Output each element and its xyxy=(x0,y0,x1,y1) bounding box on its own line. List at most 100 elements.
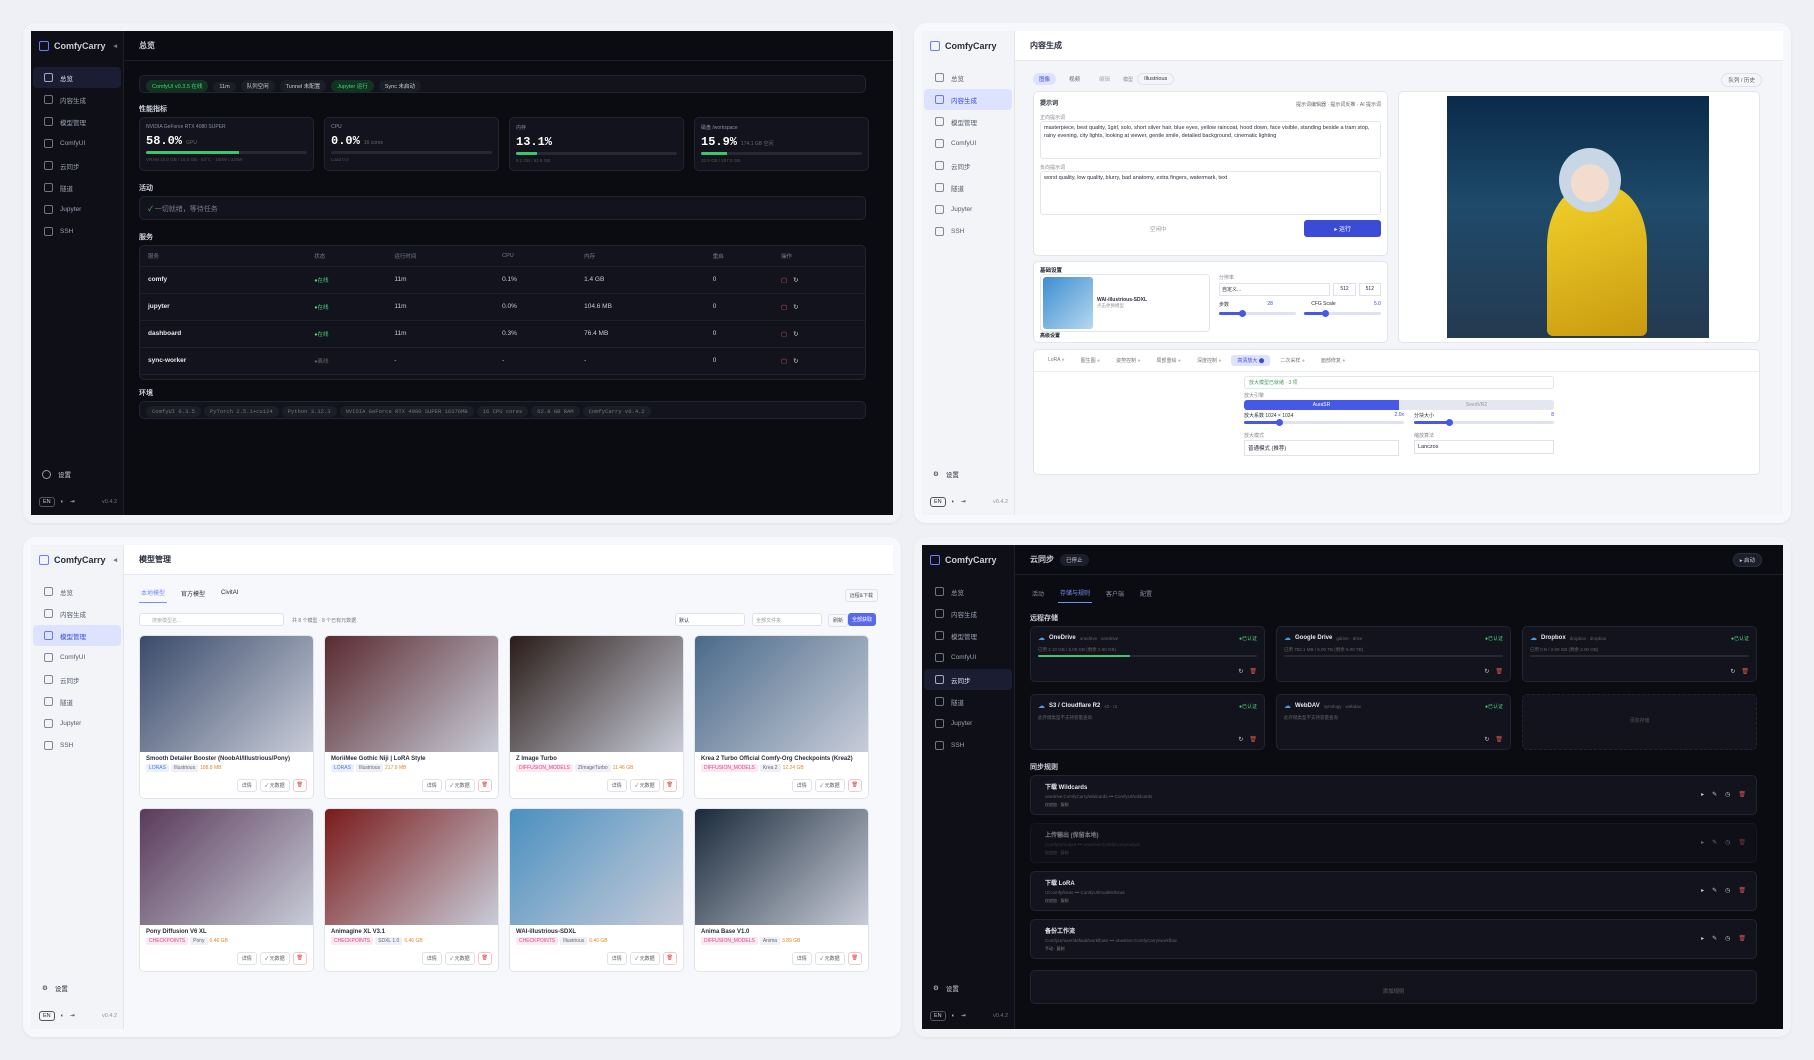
nav-ssh[interactable]: SSH xyxy=(924,735,1012,756)
module-tab[interactable]: 面部修复 ● xyxy=(1315,355,1351,366)
collapse-icon[interactable]: ◂ xyxy=(113,42,117,50)
tab-video[interactable]: 视频 xyxy=(1063,73,1086,85)
tab-official[interactable]: 官方模型 xyxy=(179,584,207,603)
theme-icon[interactable]: ◐ xyxy=(61,1013,64,1019)
nav-ssh[interactable]: SSH xyxy=(33,735,121,756)
delete-icon[interactable]: 🗑 xyxy=(1495,668,1503,675)
metadata-button[interactable]: ✓ 元数据 xyxy=(259,952,290,965)
play-icon[interactable]: ▸ xyxy=(1701,791,1704,798)
nav-ssh[interactable]: SSH xyxy=(33,221,121,242)
tab-activity[interactable]: 活动 xyxy=(1030,584,1046,603)
collapse-icon[interactable]: ◂ xyxy=(113,556,117,564)
model-card[interactable]: MoriiMee Gothic Niji | LoRA Style LORAS Il… xyxy=(324,635,499,799)
nav-comfyui[interactable]: ComfyUI xyxy=(33,133,121,154)
play-icon[interactable]: ▸ xyxy=(1701,839,1704,846)
tab-civitai[interactable]: CivitAI xyxy=(219,585,240,601)
nav-overview[interactable]: 总览 xyxy=(33,581,121,602)
width-input[interactable]: 512 xyxy=(1333,283,1356,296)
engine-aurasr[interactable]: AuraSR xyxy=(1244,400,1399,410)
tool-editor[interactable]: 提示词编辑器 xyxy=(1296,102,1326,108)
tab-image[interactable]: 图像 xyxy=(1033,73,1057,85)
settings-link[interactable]: 设置 xyxy=(42,469,71,479)
toggle-icon[interactable]: ● xyxy=(1136,358,1140,364)
module-tab[interactable]: 图生图 ● xyxy=(1075,355,1106,366)
logout-icon[interactable]: ⇥ xyxy=(961,499,966,505)
metadata-button[interactable]: ✓ 元数据 xyxy=(814,779,845,792)
nav-overview[interactable]: 总览 xyxy=(924,67,1012,88)
edit-icon[interactable]: ✎ xyxy=(1712,887,1717,894)
nav-overview[interactable]: 总览 xyxy=(33,67,121,88)
stop-icon[interactable]: ▢ xyxy=(781,304,787,311)
metadata-button[interactable]: ✓ 元数据 xyxy=(444,952,475,965)
module-tab[interactable]: 姿势控制 ● xyxy=(1110,355,1146,366)
delete-icon[interactable]: 🗑 xyxy=(477,779,492,792)
model-card[interactable]: Smooth Detailer Booster (NoobAI/Illustri… xyxy=(139,635,314,799)
nav-comfyui[interactable]: ComfyUI xyxy=(33,647,121,668)
toggle-icon[interactable]: ⬤ xyxy=(1257,358,1265,364)
fetch-all-button[interactable]: 全部获取 xyxy=(848,613,877,626)
nav-models[interactable]: 模型管理 xyxy=(924,111,1012,132)
model-card[interactable]: WAI-illustrious-SDXL CHECKPOINTS Illustrio… xyxy=(509,808,684,972)
positive-prompt[interactable]: masterpiece, best quality, 1girl, solo, … xyxy=(1040,121,1381,159)
toggle-icon[interactable]: ● xyxy=(1217,358,1221,364)
settings-link[interactable]: ⚙ 设置 xyxy=(42,983,68,993)
delete-icon[interactable]: 🗑 xyxy=(847,952,862,965)
negative-prompt[interactable]: worst quality, low quality, blurry, bad … xyxy=(1040,171,1381,215)
toggle-icon[interactable]: ● xyxy=(1341,358,1345,364)
nav-tunnel[interactable]: 隧道 xyxy=(924,177,1012,198)
theme-icon[interactable]: ◐ xyxy=(61,499,64,505)
stop-icon[interactable]: ▢ xyxy=(781,331,787,338)
search-input[interactable]: 搜索模型名... xyxy=(139,613,284,626)
tile-slider[interactable] xyxy=(1414,419,1554,426)
delete-icon[interactable]: 🗑 xyxy=(1495,736,1503,743)
lang-toggle[interactable]: EN xyxy=(930,497,946,507)
nav-tunnel[interactable]: 隧道 xyxy=(33,691,121,712)
engine-seedvr2[interactable]: SeedVR2 xyxy=(1399,400,1554,410)
tool-ai[interactable]: AI 提示词 xyxy=(1360,102,1381,108)
delete-icon[interactable]: 🗑 xyxy=(292,779,307,792)
settings-link[interactable]: ⚙ 设置 xyxy=(933,983,959,993)
delete-icon[interactable]: 🗑 xyxy=(1249,668,1257,675)
size-preset[interactable]: 自定义... xyxy=(1219,283,1331,296)
nav-sync[interactable]: 云同步 xyxy=(33,669,121,690)
cfg-slider[interactable] xyxy=(1304,310,1381,317)
nav-models[interactable]: 模型管理 xyxy=(33,625,121,646)
play-icon[interactable]: ▸ xyxy=(1701,935,1704,942)
tool-reverse[interactable]: 提示词反推 xyxy=(1330,102,1355,108)
sort-select[interactable]: 默认 xyxy=(675,613,745,626)
clock-icon[interactable]: ◷ xyxy=(1725,887,1730,894)
refresh-icon[interactable]: ↻ xyxy=(1238,736,1243,743)
clock-icon[interactable]: ◷ xyxy=(1725,935,1730,942)
edit-icon[interactable]: ✎ xyxy=(1712,791,1717,798)
nav-ssh[interactable]: SSH xyxy=(924,221,1012,242)
metadata-button[interactable]: ✓ 元数据 xyxy=(444,779,475,792)
detail-button[interactable]: 详情 xyxy=(791,779,812,792)
nav-comfyui[interactable]: ComfyUI xyxy=(924,647,1012,668)
restart-icon[interactable]: ↻ xyxy=(793,331,798,338)
nav-generate[interactable]: 内容生成 xyxy=(33,89,121,110)
toggle-icon[interactable]: ● xyxy=(1177,358,1181,364)
steps-slider[interactable] xyxy=(1219,310,1296,317)
detail-button[interactable]: 详情 xyxy=(606,779,627,792)
toggle-icon[interactable]: ● xyxy=(1060,357,1065,363)
lang-toggle[interactable]: EN xyxy=(39,497,55,507)
delete-icon[interactable]: 🗑 xyxy=(1738,839,1746,846)
factor-slider[interactable] xyxy=(1244,419,1404,426)
module-tab[interactable]: 深度控制 ● xyxy=(1191,355,1227,366)
delete-icon[interactable]: 🗑 xyxy=(1738,935,1746,942)
module-tab[interactable]: 高清放大 ⬤ xyxy=(1231,355,1271,366)
tab-storage[interactable]: 存储与规则 xyxy=(1058,583,1093,603)
play-icon[interactable]: ▸ xyxy=(1701,887,1704,894)
delete-icon[interactable]: 🗑 xyxy=(662,952,677,965)
toggle-icon[interactable]: ● xyxy=(1096,358,1100,364)
nav-jupyter[interactable]: Jupyter xyxy=(33,713,121,734)
logout-icon[interactable]: ⇥ xyxy=(70,1013,75,1019)
checkpoint-card[interactable]: WAI-illustrious-SDXL 点击更换模型 xyxy=(1040,274,1210,332)
nav-tunnel[interactable]: 隧道 xyxy=(924,691,1012,712)
model-card[interactable]: Animagine XL V3.1 CHECKPOINTS SDXL 1.0 6.46… xyxy=(324,808,499,972)
module-tab[interactable]: 局部重绘 ● xyxy=(1151,355,1187,366)
refresh-icon[interactable]: ↻ xyxy=(1730,668,1735,675)
metadata-button[interactable]: ✓ 元数据 xyxy=(259,779,290,792)
refresh-icon[interactable]: ↻ xyxy=(1484,668,1489,675)
theme-icon[interactable]: ◐ xyxy=(952,499,955,505)
